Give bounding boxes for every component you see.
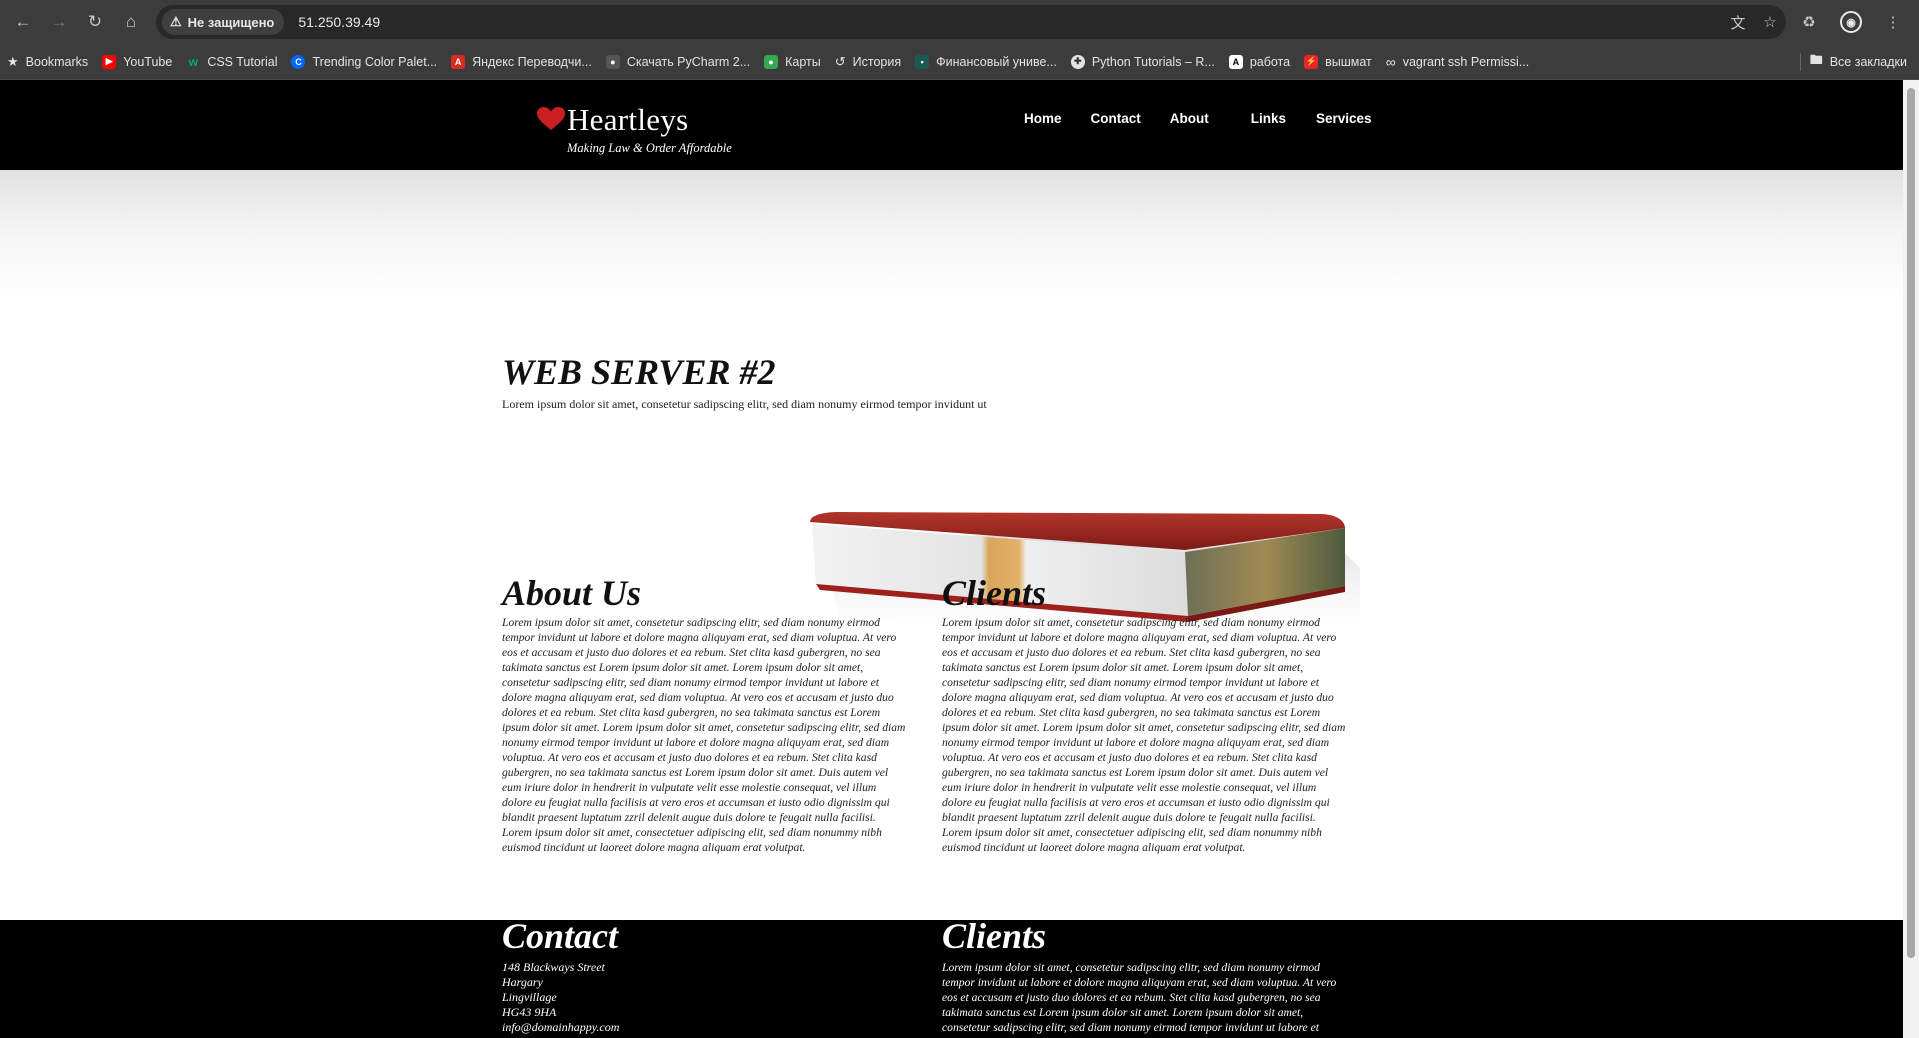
page-scrollbar[interactable] (1903, 80, 1919, 1038)
bookmark-label: Скачать PyCharm 2... (626, 54, 751, 69)
site-header: Heartleys Making Law & Order Affordable … (0, 80, 1903, 170)
bookmark-item[interactable]: A Яндекс Переводчи... (444, 48, 599, 76)
folder-icon: 🖿 (1809, 52, 1823, 67)
home-icon[interactable]: ⌂ (114, 5, 148, 39)
about-title: About Us (502, 573, 642, 613)
back-icon[interactable]: ← (6, 5, 40, 39)
forward-icon[interactable]: → (42, 5, 76, 39)
bookmark-label: работа (1249, 54, 1291, 69)
maps-icon: ● (764, 54, 779, 69)
all-bookmarks-label: Все закладки (1829, 55, 1907, 69)
warning-icon: ⚠ (170, 14, 182, 29)
clients-body: Lorem ipsum dolor sit amet, consetetur s… (942, 616, 1346, 854)
bookmark-item[interactable]: ● Карты (757, 48, 828, 76)
bookmark-item[interactable]: w CSS Tutorial (179, 48, 284, 76)
security-label: Не защищено (187, 14, 275, 30)
youtube-icon: ▶ (102, 54, 117, 69)
bookmark-label: Trending Color Palet... (312, 54, 438, 69)
bookmark-item[interactable]: A работа (1222, 48, 1297, 76)
bookmark-item[interactable]: ↺ История (828, 48, 908, 76)
page-viewport: Heartleys Making Law & Order Affordable … (0, 80, 1903, 1038)
heart-icon (537, 107, 565, 130)
site-footer: Contact 148 Blackways Street Hargary Lin… (0, 916, 1903, 1038)
bookmark-item[interactable]: ✚ Python Tutorials – R... (1064, 48, 1222, 76)
bookmarks-bar: ★ Bookmarks ▶ YouTube w CSS Tutorial C T… (0, 44, 1919, 80)
footer-email-link[interactable]: info@domainhappy.com (502, 1020, 619, 1035)
site-nav: Home Contact About Links Services (1010, 111, 1372, 126)
bookmark-label: вышмат (1325, 54, 1372, 69)
nav-about[interactable]: About (1170, 111, 1209, 126)
bookmark-label: Карты (785, 54, 821, 69)
footer-address: 148 Blackways Street Hargary Lingvillage… (502, 960, 619, 1035)
bookmark-label: YouTube (123, 54, 173, 69)
bookmark-star-icon[interactable]: ☆ (1754, 6, 1786, 38)
python-icon: ✚ (1070, 54, 1085, 69)
bookmark-label: История (852, 54, 902, 69)
clients-title: Clients (942, 573, 1047, 613)
address-line: HG43 9HA (502, 1005, 557, 1019)
star-icon: ★ (7, 53, 19, 69)
scrollbar-thumb[interactable] (1907, 88, 1915, 958)
all-bookmarks-button[interactable]: 🖿 Все закладки (1810, 48, 1907, 76)
page-title: WEB SERVER #2 (502, 352, 776, 392)
bookmarks-divider (1800, 53, 1801, 71)
coolors-icon: C (291, 54, 306, 69)
nav-contact[interactable]: Contact (1091, 111, 1141, 126)
address-line: Lingvillage (502, 990, 557, 1004)
reload-icon[interactable]: ↻ (78, 5, 112, 39)
bookmark-item[interactable]: C Trending Color Palet... (284, 48, 444, 76)
footer-clients-body: Lorem ipsum dolor sit amet, consetetur s… (942, 961, 1337, 1034)
security-chip[interactable]: ⚠ Не защищено (162, 9, 285, 35)
pycharm-icon: ● (605, 54, 620, 69)
bookmark-label: Яндекс Переводчи... (472, 54, 592, 69)
bookmark-item[interactable]: ★ Bookmarks (0, 48, 95, 76)
bookmark-label: Python Tutorials – R... (1091, 54, 1215, 69)
logo-tagline: Making Law & Order Affordable (567, 141, 732, 155)
bookmark-label: Bookmarks (25, 54, 89, 69)
nav-links[interactable]: Links (1251, 111, 1286, 126)
address-line: 148 Blackways Street (502, 960, 605, 974)
extensions-icon[interactable]: ♻ (1793, 6, 1825, 38)
nav-services[interactable]: Services (1316, 111, 1372, 126)
footer-clients-title: Clients (942, 916, 1047, 956)
bookmark-label: Финансовый униве... (936, 54, 1057, 69)
nav-home[interactable]: Home (1024, 111, 1062, 126)
bookmark-item[interactable]: ▶ YouTube (95, 48, 179, 76)
university-icon: • (915, 54, 930, 69)
about-body: Lorem ipsum dolor sit amet, consetetur s… (502, 616, 906, 854)
footer-contact-title: Contact (502, 916, 619, 956)
translate-icon[interactable]: 文 (1722, 6, 1754, 38)
address-bar[interactable]: ⚠ Не защищено 51.250.39.49 文 ☆ (156, 5, 1786, 39)
bookmark-item[interactable]: ● Скачать PyCharm 2... (599, 48, 757, 76)
letter-a-icon: A (1228, 54, 1243, 69)
address-line: Hargary (502, 975, 543, 989)
logo-name: Heartleys (567, 102, 689, 137)
bookmark-item[interactable]: ∞ vagrant ssh Permissi... (1379, 48, 1536, 76)
yandex-translate-icon: A (451, 54, 466, 69)
profile-icon: ◉ (1840, 11, 1862, 33)
lightning-icon: ⚡ (1304, 54, 1319, 69)
history-icon: ↺ (834, 53, 846, 69)
bookmark-label: vagrant ssh Permissi... (1402, 54, 1530, 69)
url-text[interactable]: 51.250.39.49 (298, 14, 380, 30)
menu-icon[interactable]: ⋮ (1877, 6, 1909, 38)
infinity-icon: ∞ (1385, 53, 1396, 70)
bookmark-item[interactable]: • Финансовый униве... (908, 48, 1064, 76)
page-subtitle: Lorem ipsum dolor sit amet, consetetur s… (502, 397, 987, 411)
bookmark-item[interactable]: ⚡ вышмат (1297, 48, 1379, 76)
browser-toolbar: ← → ↻ ⌂ ⚠ Не защищено 51.250.39.49 文 ☆ ♻… (0, 0, 1919, 44)
bookmark-label: CSS Tutorial (207, 54, 278, 69)
w3schools-icon: w (188, 54, 198, 69)
profile-button[interactable]: ◉ (1835, 6, 1867, 38)
